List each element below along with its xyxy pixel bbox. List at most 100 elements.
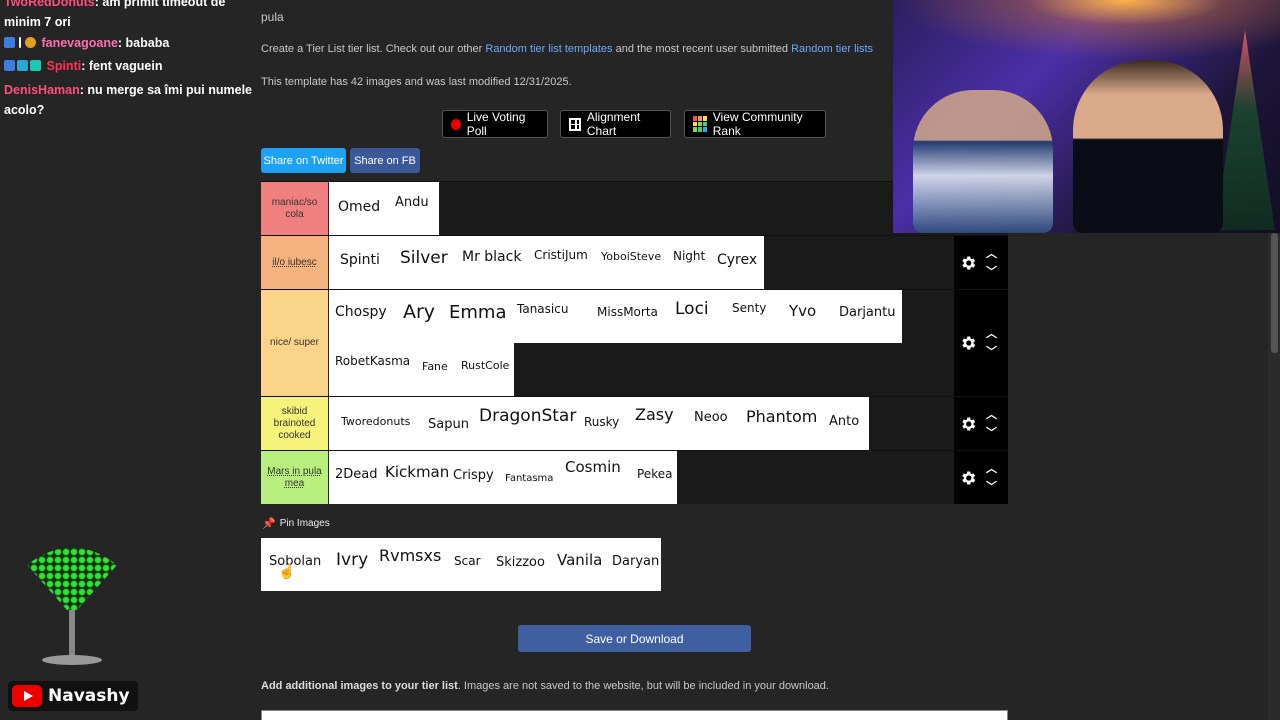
tier-item[interactable]: Senty bbox=[732, 301, 766, 315]
page-scrollbar[interactable] bbox=[1268, 233, 1280, 720]
tier-label[interactable]: skibid brainoted cooked bbox=[261, 397, 328, 450]
string-lights bbox=[893, 0, 1280, 60]
desc-text: and the most recent user submitted bbox=[612, 43, 792, 55]
chevron-up-icon[interactable]: ︿ bbox=[986, 245, 997, 261]
tier-item[interactable]: Crispy bbox=[453, 468, 494, 483]
tier-item[interactable]: Phantom bbox=[746, 407, 817, 426]
tier-item[interactable]: Kickman bbox=[385, 463, 449, 481]
youtube-icon bbox=[12, 685, 42, 707]
tier-item[interactable]: Emma bbox=[449, 302, 506, 323]
tier-item[interactable]: DragonStar bbox=[479, 406, 576, 426]
pin-images-toggle[interactable]: 📌 Pin Images bbox=[262, 517, 330, 530]
pin-icon: 📌 bbox=[262, 518, 276, 530]
tier-item[interactable]: CristiJum bbox=[534, 248, 588, 262]
chevron-up-icon[interactable]: ︿ bbox=[986, 406, 997, 422]
tier-dropzone[interactable]: Chospy Ary Emma Tanasicu MissMorta Loci … bbox=[329, 290, 954, 397]
tier-item[interactable]: Fane bbox=[422, 360, 448, 373]
christmas-tree bbox=[1215, 30, 1275, 230]
tier-item[interactable]: Silver bbox=[400, 248, 448, 268]
pool-item[interactable]: Daryan bbox=[612, 554, 659, 569]
tier-item[interactable]: Zasy bbox=[635, 405, 674, 424]
tier-item[interactable]: Andu bbox=[395, 195, 429, 210]
tier-item[interactable]: Chospy bbox=[335, 304, 387, 320]
tier-item[interactable]: Darjantu bbox=[839, 305, 895, 320]
chevron-down-icon[interactable]: ﹀ bbox=[986, 343, 997, 359]
live-voting-poll-button[interactable]: Live Voting Poll bbox=[442, 110, 548, 138]
tier-item[interactable]: YoboiSteve bbox=[601, 250, 661, 263]
chat-text: : bababa bbox=[117, 36, 170, 50]
image-upload-area[interactable] bbox=[261, 710, 1008, 720]
alignment-chart-button[interactable]: Alignment Chart bbox=[560, 110, 671, 138]
tier-item[interactable]: Fantasma bbox=[505, 473, 553, 484]
tier-item[interactable]: Cyrex bbox=[717, 252, 757, 268]
chat-username: Spinti bbox=[46, 59, 82, 73]
tier-item[interactable]: Rusky bbox=[584, 415, 619, 429]
tier-label[interactable]: nice/ super bbox=[261, 290, 328, 396]
button-label: Alignment Chart bbox=[586, 110, 641, 138]
tier-controls: ︿ ﹀ bbox=[954, 451, 1008, 504]
pool-item[interactable]: Skizzoo bbox=[496, 555, 545, 570]
chevron-up-icon[interactable]: ︿ bbox=[986, 325, 997, 341]
tier-item[interactable]: Pekea bbox=[637, 467, 672, 481]
gear-icon[interactable] bbox=[959, 469, 977, 487]
save-download-button[interactable]: Save or Download bbox=[518, 625, 751, 652]
tier-item[interactable]: Cosmin bbox=[565, 458, 621, 476]
streamer-right bbox=[1073, 60, 1223, 233]
tier-item[interactable]: Tanasicu bbox=[517, 302, 568, 316]
tier-item[interactable]: Spinti bbox=[340, 252, 380, 268]
tier-item[interactable]: Yvo bbox=[789, 302, 816, 320]
pool-item[interactable]: Vanila bbox=[557, 551, 602, 569]
additional-images-text: Add additional images to your tier list.… bbox=[261, 680, 829, 692]
tier-item[interactable]: Anto bbox=[829, 414, 859, 429]
tier-item[interactable]: MissMorta bbox=[597, 305, 658, 319]
tier-label[interactable]: il/o iubesc bbox=[261, 236, 328, 289]
tier-item[interactable]: RustCole bbox=[461, 359, 509, 372]
gear-icon[interactable] bbox=[959, 254, 977, 272]
random-templates-link[interactable]: Random tier list templates bbox=[485, 43, 612, 55]
gear-icon[interactable] bbox=[959, 334, 977, 352]
tier-item[interactable]: Neoo bbox=[694, 410, 728, 425]
tier-label[interactable]: Mars in pula mea bbox=[261, 451, 328, 504]
gear-icon[interactable] bbox=[959, 415, 977, 433]
chevron-down-icon[interactable]: ﹀ bbox=[986, 263, 997, 279]
pool-item[interactable]: Rvmsxs bbox=[379, 546, 441, 565]
tier-item[interactable]: Ary bbox=[403, 301, 435, 323]
random-tierlists-link[interactable]: Random tier lists bbox=[791, 43, 873, 55]
tier-row: skibid brainoted cooked Tworedonuts Sapu… bbox=[261, 396, 1008, 450]
tier-dropzone[interactable]: 2Dead Kickman Crispy Fantasma Cosmin Pek… bbox=[329, 451, 954, 504]
template-meta: This template has 42 images and was last… bbox=[261, 76, 572, 88]
share-twitter-button[interactable]: Share on Twitter bbox=[261, 148, 346, 173]
chat-message: fanevagoane: bababa bbox=[4, 33, 258, 53]
desc-text: Create a Tier List tier list. Check out … bbox=[261, 43, 486, 55]
chevron-down-icon[interactable]: ﹀ bbox=[986, 424, 997, 440]
unranked-pool[interactable]: Sobolan Ivry Rvmsxs Scar Skizzoo Vanila … bbox=[261, 538, 661, 591]
tier-item[interactable]: RobetKasma bbox=[335, 354, 410, 368]
grid-cross-icon bbox=[569, 117, 581, 131]
additional-images-title: Add additional images to your tier list bbox=[261, 680, 458, 692]
martini-glass-icon bbox=[27, 547, 117, 665]
gift-badge-icon bbox=[30, 60, 41, 71]
pool-item[interactable]: Scar bbox=[454, 554, 481, 568]
tier-item[interactable]: Omed bbox=[338, 199, 380, 215]
tier-item[interactable]: Tworedonuts bbox=[341, 415, 410, 428]
community-rank-button[interactable]: View Community Rank bbox=[684, 110, 826, 138]
tier-dropzone[interactable]: Tworedonuts Sapun DragonStar Rusky Zasy … bbox=[329, 397, 954, 450]
tier-item[interactable]: Sapun bbox=[428, 417, 469, 432]
record-dot-icon bbox=[451, 118, 461, 130]
chevron-up-icon[interactable]: ︿ bbox=[986, 460, 997, 476]
tier-item[interactable]: Loci bbox=[675, 299, 709, 319]
chat-message: Spinti: fent vaguein bbox=[4, 56, 258, 76]
tier-label[interactable]: maniac/so cola bbox=[261, 182, 328, 235]
tier-row: nice/ super Chospy Ary Emma Tanasicu Mis… bbox=[261, 289, 1008, 397]
pool-item[interactable]: Ivry bbox=[336, 550, 368, 570]
share-fb-button[interactable]: Share on FB bbox=[350, 148, 420, 173]
chevron-down-icon[interactable]: ﹀ bbox=[986, 478, 997, 494]
scrollbar-thumb[interactable] bbox=[1271, 233, 1278, 353]
chat-username: TwoRedDonuts bbox=[4, 0, 95, 9]
tier-dropzone[interactable]: Spinti Silver Mr black CristiJum YoboiSt… bbox=[329, 236, 954, 289]
tier-row: il/o iubesc Spinti Silver Mr black Crist… bbox=[261, 235, 1008, 289]
tier-item[interactable]: Mr black bbox=[462, 249, 521, 265]
tier-item[interactable]: Night bbox=[673, 249, 705, 263]
tier-item[interactable]: 2Dead bbox=[335, 467, 378, 482]
tier-controls: ︿ ﹀ bbox=[954, 236, 1008, 289]
